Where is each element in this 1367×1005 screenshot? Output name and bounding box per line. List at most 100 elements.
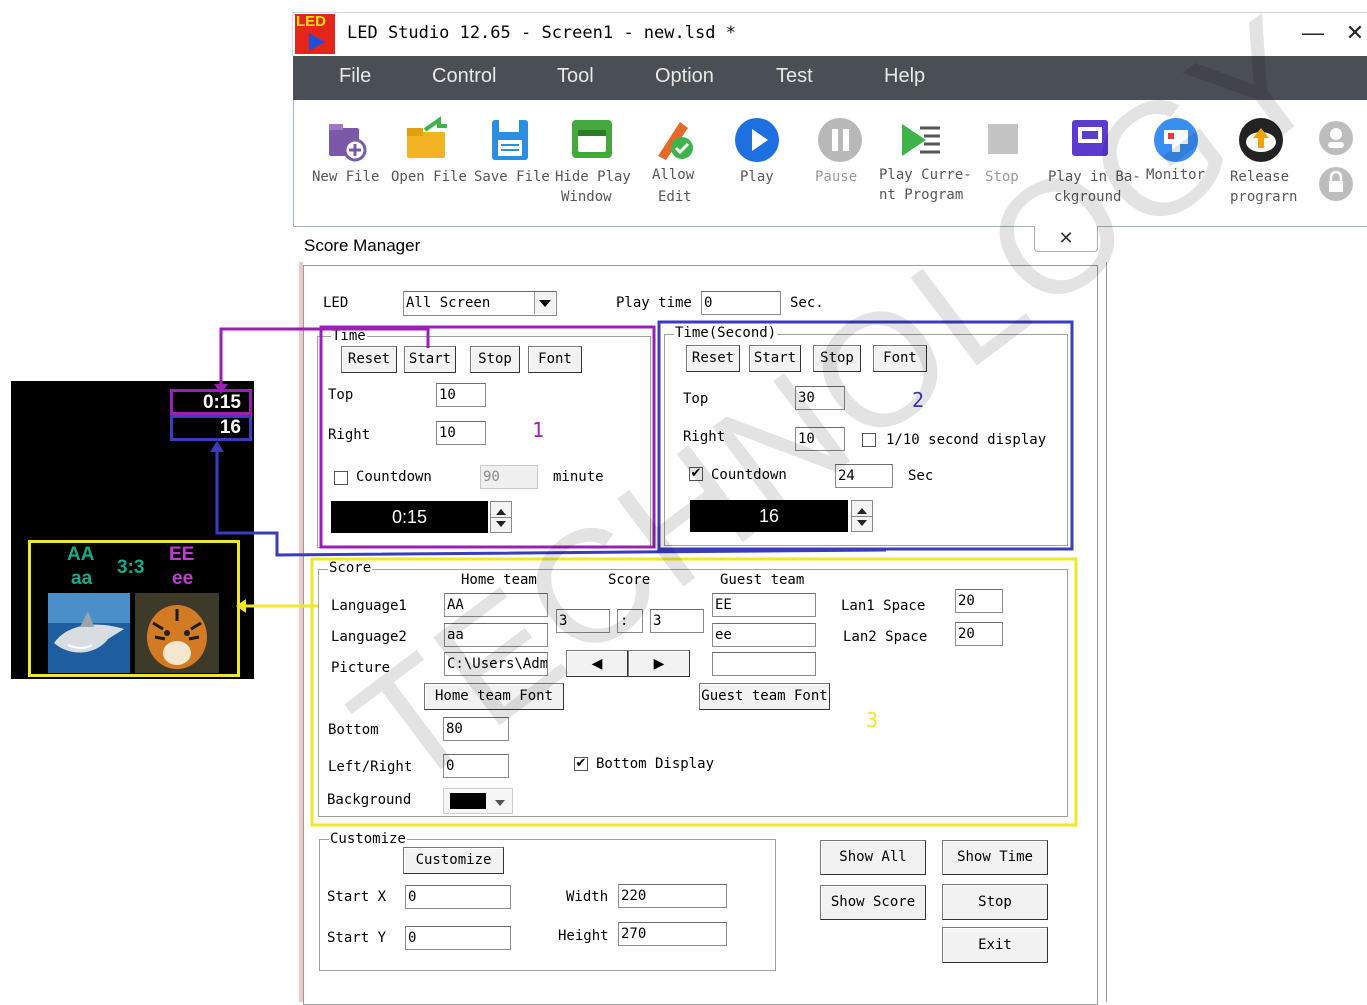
open-folder-icon: [407, 116, 447, 158]
height-input[interactable]: 270: [618, 922, 727, 946]
dropdown-button[interactable]: [534, 292, 555, 314]
play-icon: [735, 118, 779, 162]
guest-team-font-button[interactable]: Guest team Font: [699, 683, 830, 710]
show-time-button[interactable]: Show Time: [942, 840, 1048, 875]
preview-second-box: 16: [170, 415, 252, 441]
minimize-button[interactable]: —: [1298, 18, 1328, 48]
led-screen-preview: 0:15 16 AA aa 3:3 EE ee: [11, 381, 254, 679]
time-group-title: Time: [331, 328, 367, 344]
tool-label: Pause: [815, 169, 858, 185]
lan2-space-label: Lan2 Space: [843, 629, 928, 645]
shark-image: [48, 593, 130, 673]
spin-down-icon[interactable]: [857, 520, 867, 526]
dialog-title: Score Manager: [304, 236, 421, 255]
show-score-button[interactable]: Show Score: [820, 885, 926, 920]
tiger-image: [135, 593, 219, 673]
preview-seconds: 16: [219, 417, 241, 438]
play-time-label: Play time: [616, 295, 692, 311]
guest-picture-input[interactable]: [712, 652, 816, 676]
bottom-display-label: Bottom Display: [596, 756, 715, 772]
new-file-icon: [329, 124, 367, 162]
spin-down-icon[interactable]: [496, 521, 506, 527]
width-input[interactable]: 220: [618, 884, 727, 908]
time-right-input[interactable]: 10: [436, 421, 486, 445]
tool-label: New File: [312, 169, 380, 185]
exit-button[interactable]: Exit: [942, 927, 1048, 963]
preview-score: 3:3: [117, 557, 145, 578]
page-caption-fragment: [0, 0, 300, 14]
menu-test[interactable]: Test: [776, 65, 813, 88]
second-spinner[interactable]: [851, 500, 873, 532]
led-select-value: All Screen: [406, 295, 491, 311]
time-countdown-checkbox[interactable]: [334, 471, 348, 485]
hide-window-icon: [572, 120, 612, 158]
time-top-input[interactable]: 10: [436, 383, 486, 407]
time-display: 0:15: [331, 501, 488, 533]
start-x-label: Start X: [327, 889, 387, 905]
menu-control[interactable]: Control: [432, 65, 496, 88]
start-x-input[interactable]: 0: [405, 885, 511, 909]
time-countdown-input[interactable]: 90: [480, 465, 538, 489]
tool-label: Play Curre-: [879, 167, 972, 183]
sec-countdown-unit: Sec: [908, 468, 934, 484]
bottom-display-checkbox[interactable]: ✔: [574, 757, 588, 771]
tool-label: Save File: [474, 169, 550, 185]
lan1-space-input[interactable]: 20: [955, 589, 1003, 613]
preview-home-lang1: AA: [67, 544, 95, 565]
time-top-label: Top: [328, 387, 354, 403]
guest-lang2-input[interactable]: ee: [712, 623, 816, 647]
tool-label: Open File: [391, 169, 467, 185]
lan1-space-label: Lan1 Space: [841, 598, 926, 614]
allow-edit-icon: [658, 122, 693, 160]
language1-label: Language1: [331, 598, 407, 614]
led-label: LED: [323, 295, 349, 311]
play-time-input[interactable]: 0: [701, 291, 781, 315]
play-triangle-icon: [309, 33, 325, 51]
lock-icon[interactable]: [1318, 166, 1354, 202]
tool-label: Window: [561, 189, 612, 205]
background-label: Background: [327, 792, 412, 808]
height-label: Height: [558, 928, 609, 944]
marker-3: 3: [866, 708, 879, 732]
start-y-input[interactable]: 0: [405, 926, 511, 950]
time-font-button[interactable]: Font: [528, 346, 582, 373]
menu-help[interactable]: Help: [884, 65, 925, 88]
menu-file[interactable]: File: [339, 65, 371, 88]
tool-label: Play: [740, 169, 774, 185]
show-all-button[interactable]: Show All: [820, 840, 926, 875]
time-reset-button[interactable]: Reset: [341, 346, 397, 373]
tool-label: Hide Play: [555, 169, 631, 185]
tool-label: Allow: [652, 167, 695, 183]
app-logo: LED: [295, 14, 335, 54]
tool-label: Edit: [658, 189, 692, 205]
preview-score-box: AA aa 3:3 EE ee: [28, 540, 240, 677]
menu-tool[interactable]: Tool: [557, 65, 594, 88]
preview-time: 0:15: [202, 392, 241, 413]
customize-button[interactable]: Customize: [403, 847, 504, 874]
arrow-right-icon: ▶: [653, 655, 665, 671]
chevron-down-icon: [495, 800, 505, 806]
time-countdown-label: Countdown: [356, 469, 432, 485]
spin-up-icon[interactable]: [496, 509, 506, 515]
time-start-button[interactable]: Start: [404, 346, 456, 373]
start-y-label: Start Y: [327, 930, 387, 946]
width-label: Width: [566, 889, 609, 905]
menu-option[interactable]: Option: [655, 65, 714, 88]
preview-time-box: 0:15: [170, 389, 252, 415]
led-select[interactable]: All Screen: [403, 291, 557, 316]
preview-home-lang2: aa: [71, 568, 93, 589]
pause-icon: [818, 118, 862, 162]
app-logo-text: LED: [296, 13, 326, 30]
preview-guest-lang1: EE: [169, 544, 195, 565]
close-window-button[interactable]: ✕: [1340, 18, 1367, 48]
time-spinner[interactable]: [490, 501, 512, 533]
time-right-label: Right: [328, 427, 371, 443]
save-disk-icon: [492, 120, 528, 160]
spin-up-icon[interactable]: [857, 508, 867, 514]
time-stop-button[interactable]: Stop: [470, 346, 520, 373]
lan2-space-input[interactable]: 20: [955, 622, 1003, 646]
score-group-title: Score: [328, 560, 373, 576]
stop-button[interactable]: Stop: [942, 884, 1048, 920]
play-current-icon: [902, 124, 940, 156]
time-second-group-title: Time(Second): [674, 325, 778, 341]
